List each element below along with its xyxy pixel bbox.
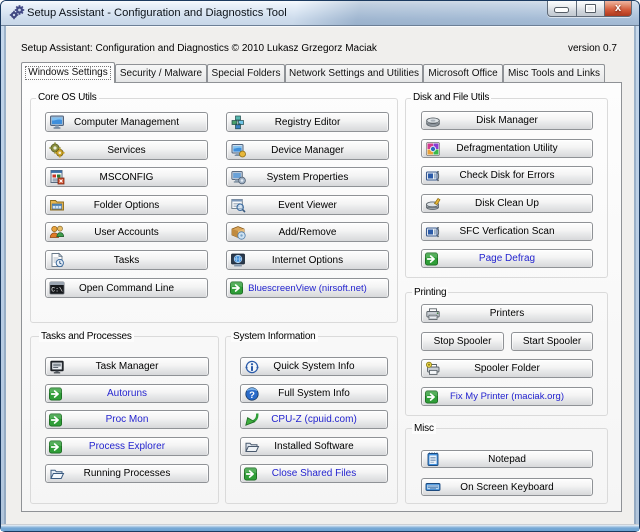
svg-text:?: ? (249, 389, 255, 400)
svg-text:C:\: C:\ (51, 287, 63, 294)
